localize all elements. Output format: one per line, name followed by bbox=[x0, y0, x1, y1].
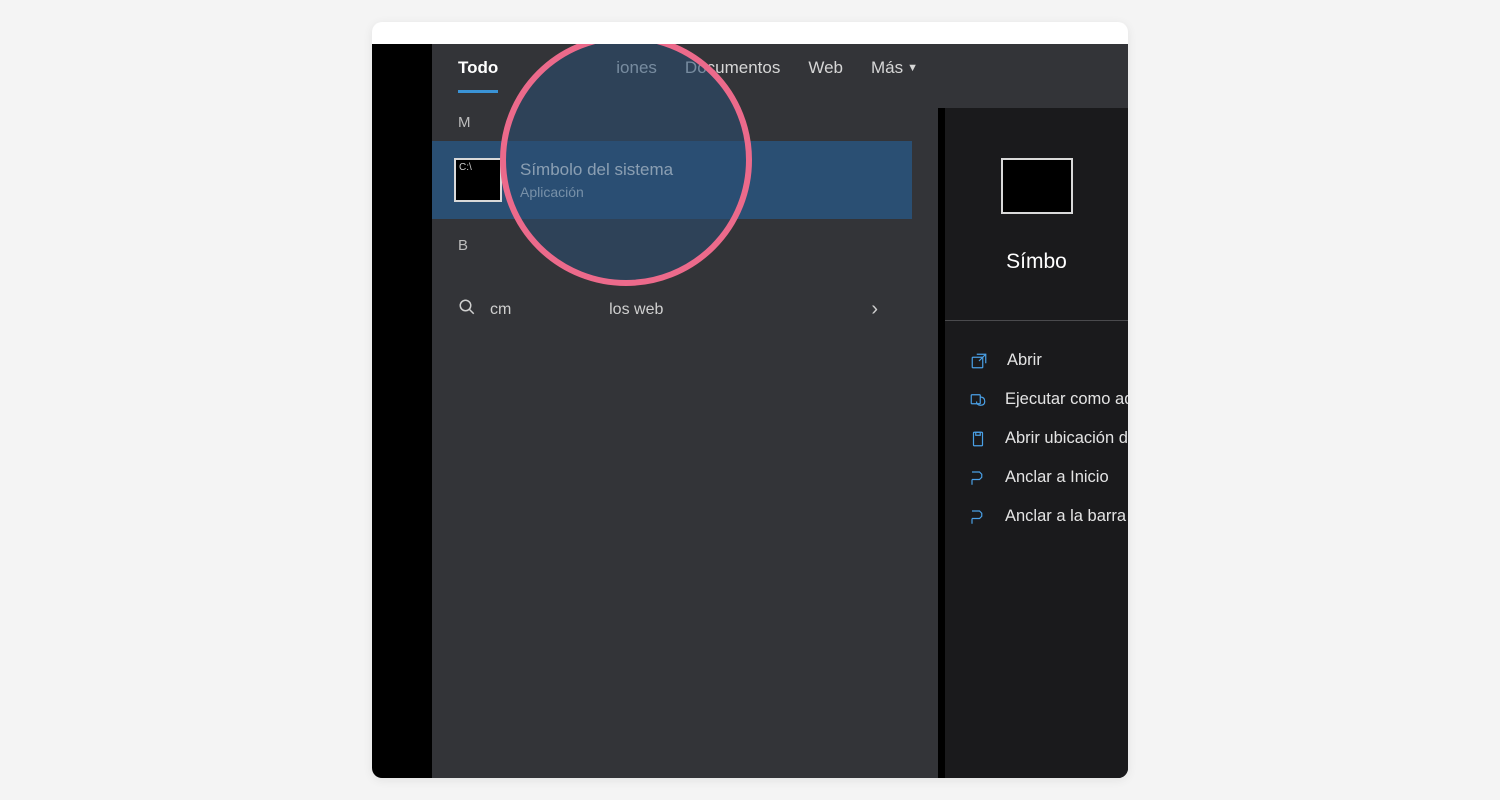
action-open[interactable]: Abrir bbox=[967, 341, 1106, 380]
pin-icon bbox=[969, 508, 987, 526]
action-run-admin-label: Ejecutar como admin bbox=[1005, 390, 1128, 409]
action-pin-start[interactable]: Anclar a Inicio bbox=[967, 458, 1106, 497]
section-search-web: B bbox=[432, 231, 912, 258]
results-column: M C:\ Símbolo del sistema Aplicación B c… bbox=[432, 108, 912, 778]
details-panel: Símbo Abrir Ejecutar como admin bbox=[938, 108, 1128, 778]
folder-icon bbox=[969, 430, 987, 448]
web-search-text: cm los web bbox=[490, 301, 857, 319]
section-best-match: M bbox=[432, 108, 912, 135]
screenshot-frame: Todo iones Documentos Web Más▼ M C:\ Sím… bbox=[372, 44, 1128, 778]
cmd-icon: C:\ bbox=[454, 158, 502, 202]
divider bbox=[945, 320, 1128, 321]
shield-icon bbox=[969, 391, 987, 409]
search-tabs: Todo iones Documentos Web Más▼ bbox=[432, 44, 1128, 88]
tab-web[interactable]: Web bbox=[808, 58, 843, 78]
tab-all[interactable]: Todo bbox=[458, 58, 498, 78]
article-card: Todo iones Documentos Web Más▼ M C:\ Sím… bbox=[372, 22, 1128, 778]
open-icon bbox=[969, 352, 989, 370]
tab-more[interactable]: Más▼ bbox=[871, 58, 918, 78]
action-open-label: Abrir bbox=[1007, 351, 1042, 370]
action-run-admin[interactable]: Ejecutar como admin bbox=[967, 380, 1106, 419]
action-pin-taskbar-label: Anclar a la barra de t bbox=[1005, 507, 1128, 526]
best-match-result[interactable]: C:\ Símbolo del sistema Aplicación bbox=[432, 141, 912, 219]
tab-documents[interactable]: Documentos bbox=[685, 58, 780, 78]
best-match-title: Símbolo del sistema bbox=[520, 160, 673, 180]
action-open-location-label: Abrir ubicación de ar bbox=[1005, 429, 1128, 448]
web-search-result[interactable]: cm los web › bbox=[432, 272, 912, 321]
start-search-popup: Todo iones Documentos Web Más▼ M C:\ Sím… bbox=[432, 44, 1128, 778]
preview-title: Símbo bbox=[967, 250, 1106, 274]
preview-icon-area bbox=[967, 126, 1106, 246]
chevron-right-icon: › bbox=[871, 298, 886, 321]
action-pin-taskbar[interactable]: Anclar a la barra de t bbox=[967, 497, 1106, 536]
action-pin-start-label: Anclar a Inicio bbox=[1005, 468, 1109, 487]
best-match-subtitle: Aplicación bbox=[520, 184, 673, 200]
search-icon bbox=[458, 298, 476, 321]
best-match-text: Símbolo del sistema Aplicación bbox=[520, 160, 673, 200]
cmd-icon bbox=[1001, 158, 1073, 214]
chevron-down-icon: ▼ bbox=[907, 62, 918, 74]
tab-apps-fragment[interactable]: iones bbox=[526, 58, 657, 78]
action-open-location[interactable]: Abrir ubicación de ar bbox=[967, 419, 1106, 458]
pin-icon bbox=[969, 469, 987, 487]
